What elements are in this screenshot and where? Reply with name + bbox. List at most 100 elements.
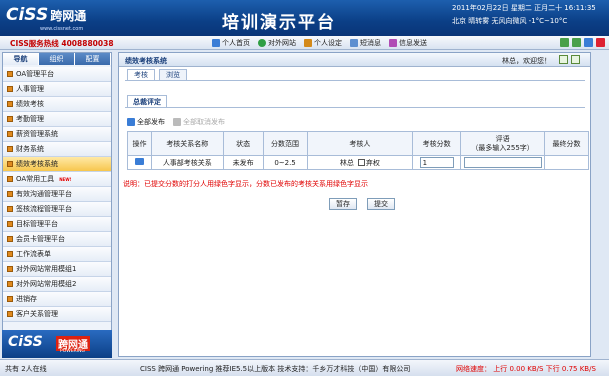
folder-icon <box>7 296 13 302</box>
folder-icon <box>7 221 13 227</box>
footer-info: CISS 跨网通 Powering 推荐IE5.5以上版本 技术支持：千乡万才科… <box>140 365 411 373</box>
folder-icon <box>7 206 13 212</box>
column-header: 分数范围 <box>262 131 308 156</box>
score-cell: 1 <box>412 155 462 170</box>
home-icon <box>212 39 220 47</box>
user-settings-icon <box>304 39 312 47</box>
logo-url: www.cissnet.com <box>40 26 84 32</box>
publish-all-button[interactable]: 全部发布 <box>127 117 165 127</box>
sidebar-item-crm[interactable]: 客户关系管理 <box>3 307 111 322</box>
exit-icon[interactable] <box>596 38 605 47</box>
sidebar-item-membership[interactable]: 会员卡管理平台 <box>3 232 111 247</box>
status-cell: 未发布 <box>222 155 264 170</box>
globe-icon <box>258 39 266 47</box>
top-nav: 个人首页 对外网站 个人设定 短消息 信息发送 <box>212 38 427 48</box>
app-header: CiSS 跨网通 www.cissnet.com 培训演示平台 2011年02月2… <box>0 0 609 36</box>
abstain-checkbox[interactable] <box>357 159 365 166</box>
unpublish-all-button[interactable]: 全部取消发布 <box>173 117 225 127</box>
network-speed: 网络速度： 上行 0.00 KB/S 下行 0.75 KB/S <box>456 365 596 373</box>
sidebar-item-performance-system[interactable]: 绩效考核系统 <box>3 157 111 172</box>
sidebar-item-performance[interactable]: 绩效考核 <box>3 97 111 112</box>
refresh-icon[interactable] <box>584 38 593 47</box>
new-badge: NEW! <box>59 176 72 182</box>
folder-icon <box>7 281 13 287</box>
sidebar-item-goals[interactable]: 目标管理平台 <box>3 217 111 232</box>
folder-icon <box>7 116 13 122</box>
submit-button[interactable]: 提交 <box>367 198 395 210</box>
divider <box>125 80 585 81</box>
down-arrow-icon[interactable] <box>572 38 581 47</box>
folder-icon <box>7 131 13 137</box>
final-score-cell <box>544 155 589 170</box>
form-buttons: 暂存 提交 <box>329 198 395 210</box>
column-header: 考核关系名称 <box>150 131 224 156</box>
nav-send-info[interactable]: 信息发送 <box>389 38 427 48</box>
score-input[interactable]: 1 <box>419 157 454 168</box>
table-row: 人事部考核关系 未发布 0~2.5 林总 弃权 1 <box>127 155 589 170</box>
weather-display: 北京 晴转雾 无风向微风 -1°C~10°C <box>452 17 568 25</box>
comment-cell <box>460 155 546 170</box>
nav-settings[interactable]: 个人设定 <box>304 38 342 48</box>
folder-icon <box>7 86 13 92</box>
ciss-logo: CiSS 跨网通 <box>6 5 87 25</box>
comment-input[interactable] <box>463 157 542 168</box>
tab-organization[interactable]: 组织 <box>39 53 75 65</box>
welcome-text: 林总，欢迎您！ <box>502 57 551 65</box>
sidebar-item-approval[interactable]: 签核流程管理平台 <box>3 202 111 217</box>
top-toolbar: CISS服务热线 4008880038 个人首页 对外网站 个人设定 短消息 信… <box>0 36 609 50</box>
unpublish-icon <box>173 118 181 126</box>
service-hotline: CISS服务热线 4008880038 <box>10 39 114 48</box>
folder-icon <box>7 311 13 317</box>
page-title: 绩效考核系统 <box>125 57 167 65</box>
window-tools <box>560 38 605 47</box>
help-icon[interactable] <box>559 55 568 64</box>
content-header: 绩效考核系统 林总，欢迎您！ <box>119 53 590 67</box>
section-tab[interactable]: 总裁评定 <box>127 95 167 107</box>
main-content: 绩效考核系统 林总，欢迎您！ 考核 浏览 总裁评定 全部发布 全部取消发布 操作… <box>118 52 591 357</box>
divider <box>125 107 585 108</box>
sidebar-item-inventory[interactable]: 进销存 <box>3 292 111 307</box>
status-bar: 共有 2人在线 CISS 跨网通 Powering 推荐IE5.5以上版本 技术… <box>0 359 609 376</box>
column-header: 评语 （最多输入255字） <box>460 131 546 156</box>
tab-config[interactable]: 配置 <box>75 53 111 65</box>
range-cell: 0~2.5 <box>262 155 308 170</box>
sidebar-item-web-module-1[interactable]: 对外网站常用模组1 <box>3 262 111 277</box>
sidebar-item-payroll[interactable]: 薪资管理系统 <box>3 127 111 142</box>
tab-browse[interactable]: 浏览 <box>159 69 187 80</box>
nav-messages[interactable]: 短消息 <box>350 38 381 48</box>
sidebar-logo: CiSS 跨网通 POWERING <box>2 330 112 358</box>
folder-icon <box>7 176 13 182</box>
sidebar-menu: OA管理平台 人事管理 绩效考核 考勤管理 薪资管理系统 财务系统 绩效考核系统… <box>3 67 111 322</box>
up-arrow-icon[interactable] <box>560 38 569 47</box>
assessor-cell: 林总 弃权 <box>306 155 414 170</box>
tab-assess[interactable]: 考核 <box>127 69 155 80</box>
row-action <box>127 155 152 170</box>
message-icon <box>350 39 358 47</box>
sidebar-item-hr[interactable]: 人事管理 <box>3 82 111 97</box>
nav-website[interactable]: 对外网站 <box>258 38 296 48</box>
folder-icon <box>7 101 13 107</box>
sidebar-item-oa-tools[interactable]: OA常用工具 NEW! <box>3 172 111 187</box>
column-header: 考核人 <box>306 131 414 156</box>
edit-icon[interactable] <box>134 158 144 165</box>
sidebar-item-web-module-2[interactable]: 对外网站常用模组2 <box>3 277 111 292</box>
content-tabs: 考核 浏览 <box>127 69 187 80</box>
nav-home[interactable]: 个人首页 <box>212 38 250 48</box>
sidebar-item-workflow[interactable]: 工作流表单 <box>3 247 111 262</box>
folder-icon <box>7 236 13 242</box>
online-count: 共有 2人在线 <box>5 365 47 373</box>
sidebar-item-oa[interactable]: OA管理平台 <box>3 67 111 82</box>
relation-name: 人事部考核关系 <box>150 155 224 170</box>
save-draft-button[interactable]: 暂存 <box>329 198 357 210</box>
column-header: 操作 <box>127 131 152 156</box>
column-header: 状态 <box>222 131 264 156</box>
folder-icon <box>7 266 13 272</box>
folder-icon <box>7 146 13 152</box>
refresh-icon[interactable] <box>571 55 580 64</box>
sidebar-item-attendance[interactable]: 考勤管理 <box>3 112 111 127</box>
folder-icon <box>7 251 13 257</box>
sidebar-item-finance[interactable]: 财务系统 <box>3 142 111 157</box>
folder-icon <box>7 191 13 197</box>
tab-navigation[interactable]: 导航 <box>3 53 39 65</box>
sidebar-item-communication[interactable]: 有效沟通管理平台 <box>3 187 111 202</box>
